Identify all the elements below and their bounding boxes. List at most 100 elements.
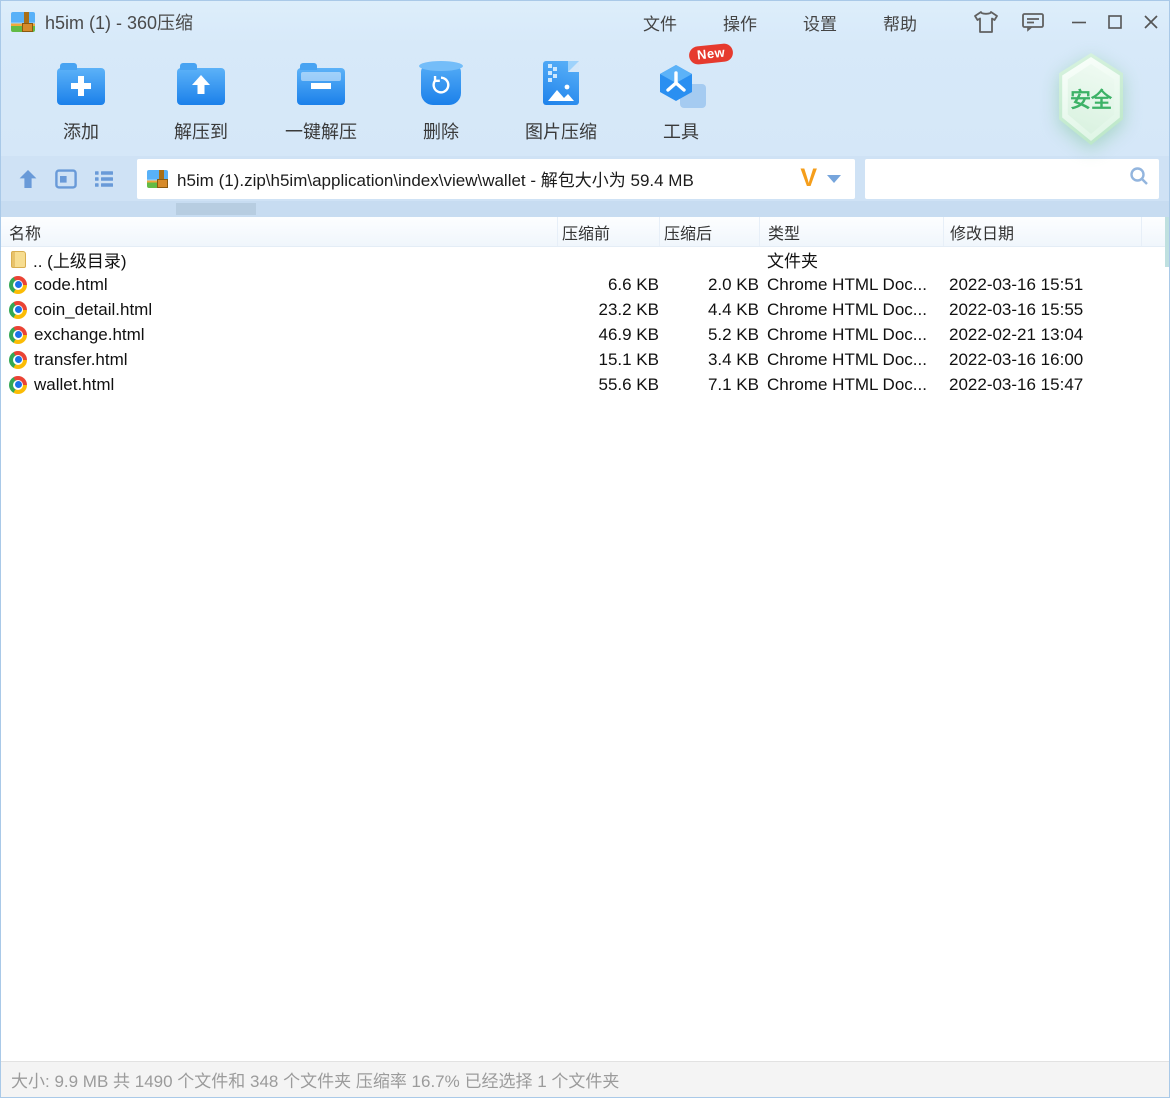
- size-before: 6.6 KB: [557, 275, 659, 295]
- size-after: 3.4 KB: [659, 350, 759, 370]
- folder-minus-icon: [297, 68, 345, 105]
- vertical-scrollbar-thumb[interactable]: [1165, 217, 1169, 267]
- menu-operations[interactable]: 操作: [723, 10, 757, 35]
- table-row-code[interactable]: code.html 6.6 KB 2.0 KB Chrome HTML Doc.…: [1, 272, 1169, 297]
- status-bar: 大小: 9.9 MB 共 1490 个文件和 348 个文件夹 压缩率 16.7…: [1, 1061, 1169, 1097]
- file-type: Chrome HTML Doc...: [759, 375, 943, 395]
- one-click-extract-label: 一键解压: [285, 118, 357, 144]
- app-zip-icon: [11, 12, 35, 32]
- tools-label: 工具: [663, 118, 699, 144]
- delete-label: 删除: [423, 118, 459, 144]
- one-click-extract-button[interactable]: 一键解压: [261, 43, 381, 156]
- file-type: 文件夹: [759, 247, 943, 272]
- v-logo-icon: V: [800, 164, 817, 193]
- file-type: Chrome HTML Doc...: [759, 275, 943, 295]
- maximize-icon[interactable]: [1107, 14, 1123, 30]
- image-compress-icon: [543, 61, 579, 105]
- tools-button[interactable]: New 工具: [621, 43, 741, 156]
- new-badge: New: [688, 43, 734, 66]
- archive-zip-icon: [147, 170, 168, 188]
- menu-help[interactable]: 帮助: [883, 10, 917, 35]
- address-field[interactable]: h5im (1).zip\h5im\application\index\view…: [137, 159, 855, 199]
- tools-cube-icon: [655, 62, 707, 108]
- table-row-wallet[interactable]: wallet.html 55.6 KB 7.1 KB Chrome HTML D…: [1, 372, 1169, 397]
- up-directory-icon[interactable]: [15, 166, 41, 192]
- column-modified[interactable]: 修改日期: [943, 217, 1141, 246]
- file-type: Chrome HTML Doc...: [759, 325, 943, 345]
- size-after: 7.1 KB: [659, 375, 759, 395]
- file-name: wallet.html: [34, 375, 114, 395]
- folder-up-arrow-icon: [177, 68, 225, 105]
- toolbar: 添加 解压到 一键解压 删除 图片压缩: [1, 43, 1169, 156]
- table-row-coin-detail[interactable]: coin_detail.html 23.2 KB 4.4 KB Chrome H…: [1, 297, 1169, 322]
- file-modified: 2022-03-16 16:00: [943, 350, 1141, 370]
- file-modified: 2022-03-16 15:51: [943, 275, 1141, 295]
- size-before: 23.2 KB: [557, 300, 659, 320]
- horizontal-scrollbar[interactable]: [1, 201, 1169, 217]
- file-modified: 2022-02-21 13:04: [943, 325, 1141, 345]
- window-controls: [1071, 14, 1159, 30]
- close-icon[interactable]: [1143, 14, 1159, 30]
- delete-button[interactable]: 删除: [381, 43, 501, 156]
- chrome-icon: [9, 376, 27, 394]
- image-compress-label: 图片压缩: [525, 118, 597, 144]
- menu-file[interactable]: 文件: [643, 10, 677, 35]
- security-badge[interactable]: 安全: [1051, 53, 1131, 145]
- archive-path: h5im (1).zip\h5im\application\index\view…: [177, 166, 794, 191]
- file-type: Chrome HTML Doc...: [759, 350, 943, 370]
- trash-recycle-icon: [421, 65, 461, 105]
- size-after: 4.4 KB: [659, 300, 759, 320]
- table-row-parent-dir[interactable]: .. (上级目录) 文件夹: [1, 247, 1169, 272]
- file-name: coin_detail.html: [34, 300, 152, 320]
- table-row-transfer[interactable]: transfer.html 15.1 KB 3.4 KB Chrome HTML…: [1, 347, 1169, 372]
- file-type: Chrome HTML Doc...: [759, 300, 943, 320]
- chrome-icon: [9, 276, 27, 294]
- folder-icon: [11, 251, 26, 268]
- chrome-icon: [9, 326, 27, 344]
- search-input[interactable]: [873, 159, 1127, 199]
- file-name: transfer.html: [34, 350, 128, 370]
- file-modified: 2022-03-16 15:47: [943, 375, 1141, 395]
- menu-bar: 文件 操作 设置 帮助: [643, 10, 917, 35]
- folder-plus-icon: [57, 68, 105, 105]
- title-bar: h5im (1) - 360压缩 文件 操作 设置 帮助: [1, 1, 1169, 43]
- column-size-before[interactable]: 压缩前: [557, 217, 659, 246]
- status-text: 大小: 9.9 MB 共 1490 个文件和 348 个文件夹 压缩率 16.7…: [11, 1067, 619, 1092]
- column-size-after[interactable]: 压缩后: [659, 217, 759, 246]
- horizontal-scrollbar-thumb[interactable]: [176, 203, 256, 215]
- file-name: code.html: [34, 275, 108, 295]
- add-button[interactable]: 添加: [21, 43, 141, 156]
- size-before: 46.9 KB: [557, 325, 659, 345]
- size-before: 55.6 KB: [557, 375, 659, 395]
- skin-shirt-icon[interactable]: [973, 10, 999, 34]
- file-modified: 2022-03-16 15:55: [943, 300, 1141, 320]
- size-before: 15.1 KB: [557, 350, 659, 370]
- column-type[interactable]: 类型: [759, 217, 943, 246]
- security-badge-label: 安全: [1070, 84, 1112, 114]
- file-list: 名称 压缩前 压缩后 类型 修改日期 .. (上级目录) 文件夹 code.ht…: [1, 217, 1169, 1061]
- list-view-icon[interactable]: [91, 166, 117, 192]
- search-icon[interactable]: [1127, 164, 1151, 193]
- menu-settings[interactable]: 设置: [803, 10, 837, 35]
- extract-to-label: 解压到: [174, 118, 228, 144]
- column-headers: 名称 压缩前 压缩后 类型 修改日期: [1, 217, 1169, 247]
- file-name: .. (上级目录): [33, 247, 127, 272]
- address-row: h5im (1).zip\h5im\application\index\view…: [1, 156, 1169, 201]
- column-name[interactable]: 名称: [1, 217, 557, 246]
- table-row-exchange[interactable]: exchange.html 46.9 KB 5.2 KB Chrome HTML…: [1, 322, 1169, 347]
- chrome-icon: [9, 301, 27, 319]
- window-title: h5im (1) - 360压缩: [45, 9, 193, 35]
- titlebar-icon-group: [973, 10, 1045, 34]
- image-compress-button[interactable]: 图片压缩: [501, 43, 621, 156]
- chrome-icon: [9, 351, 27, 369]
- search-box: [865, 159, 1159, 199]
- file-name: exchange.html: [34, 325, 145, 345]
- extract-to-button[interactable]: 解压到: [141, 43, 261, 156]
- preview-pane-icon[interactable]: [53, 166, 79, 192]
- minimize-icon[interactable]: [1071, 14, 1087, 30]
- size-after: 2.0 KB: [659, 275, 759, 295]
- path-dropdown-icon[interactable]: [827, 175, 841, 190]
- feedback-icon[interactable]: [1021, 11, 1045, 33]
- add-label: 添加: [63, 118, 99, 144]
- size-after: 5.2 KB: [659, 325, 759, 345]
